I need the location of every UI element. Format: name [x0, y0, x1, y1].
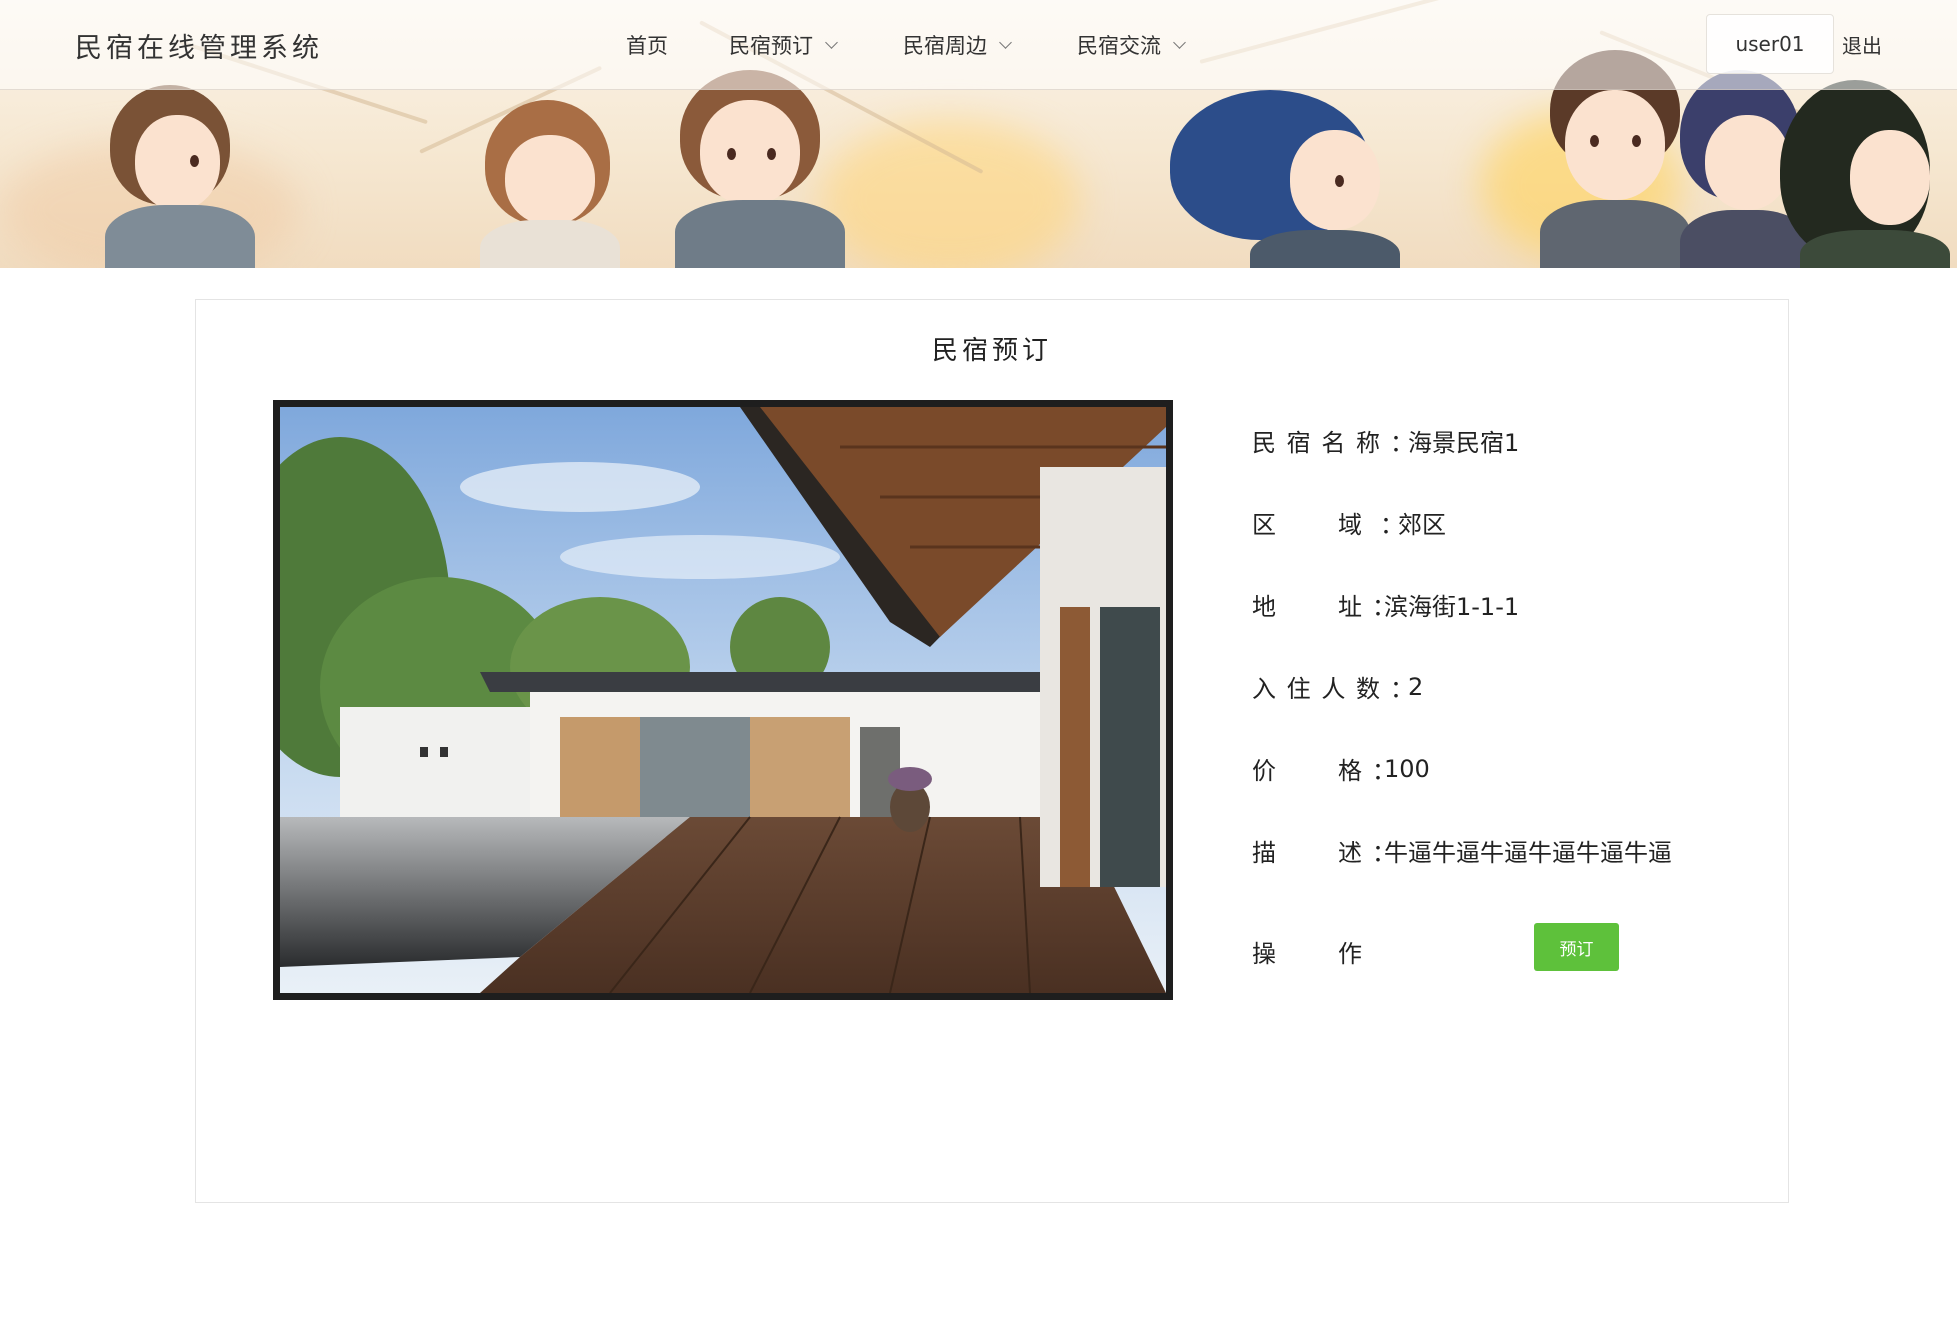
banner-character-illustration [480, 100, 620, 268]
field-price: 价格 ： 100 [1252, 751, 1430, 786]
field-name: 民宿名称 ： 海景民宿1 [1252, 423, 1519, 458]
nav-item-label: 民宿预订 [729, 34, 813, 58]
banner-character-illustration [95, 85, 255, 268]
field-description: 描述 ： 牛逼牛逼牛逼牛逼牛逼牛逼 [1252, 833, 1672, 868]
logout-link[interactable]: 退出 [1842, 30, 1882, 59]
nav-item-home[interactable]: 首页 [626, 30, 668, 60]
field-label: 地址 [1252, 593, 1362, 621]
field-label: 民宿名称 [1252, 429, 1380, 457]
nav-item-surroundings[interactable]: 民宿周边 [903, 30, 1012, 60]
field-label: 操作 [1252, 940, 1362, 968]
banner-character-illustration [1130, 90, 1410, 268]
chevron-down-icon [1173, 35, 1186, 49]
nav-item-booking[interactable]: 民宿预订 [729, 30, 838, 60]
region-value: 郊区 [1398, 511, 1446, 539]
guests-value: 2 [1408, 672, 1424, 701]
banner-character-illustration [665, 70, 845, 268]
chevron-down-icon [825, 35, 838, 49]
nav-item-label: 民宿交流 [1077, 34, 1161, 58]
field-label: 价格 [1252, 757, 1362, 785]
banner-character-illustration [1780, 80, 1957, 268]
nav-item-label: 民宿周边 [903, 34, 987, 58]
user-menu[interactable]: user01 [1706, 14, 1834, 74]
field-guests: 入住人数 ： 2 [1252, 669, 1423, 704]
field-label: 入住人数 [1252, 675, 1380, 703]
username: user01 [1735, 32, 1805, 56]
top-navbar: 民宿在线管理系统 首页 民宿预订 民宿周边 民宿交流 user01 退出 [0, 0, 1957, 90]
page-title: 民宿预订 [931, 336, 1052, 366]
chevron-down-icon [999, 35, 1012, 49]
field-action: 操作 [1252, 934, 1362, 969]
field-label: 描述 [1252, 839, 1362, 867]
nav-item-label: 首页 [626, 34, 668, 58]
address-value: 滨海街1-1-1 [1384, 593, 1520, 621]
field-region: 区域 ： 郊区 [1252, 505, 1446, 540]
homestay-photo [273, 400, 1173, 1000]
book-button[interactable]: 预订 [1534, 923, 1619, 971]
field-label: 区域 [1252, 511, 1362, 539]
price-value: 100 [1384, 754, 1430, 783]
field-address: 地址 ： 滨海街1-1-1 [1252, 587, 1519, 622]
site-brand[interactable]: 民宿在线管理系统 [75, 26, 323, 65]
booking-card: 民宿预订 民 宿 名 称 ： 海景民宿1 区 域 ： 郊区 地 址 ： 滨海街1… [195, 299, 1789, 1203]
nav-item-community[interactable]: 民宿交流 [1077, 30, 1186, 60]
header-banner: 民宿在线管理系统 首页 民宿预订 民宿周边 民宿交流 user01 退出 [0, 0, 1957, 268]
description-value: 牛逼牛逼牛逼牛逼牛逼牛逼 [1384, 839, 1672, 867]
homestay-name-value: 海景民宿1 [1408, 429, 1520, 457]
